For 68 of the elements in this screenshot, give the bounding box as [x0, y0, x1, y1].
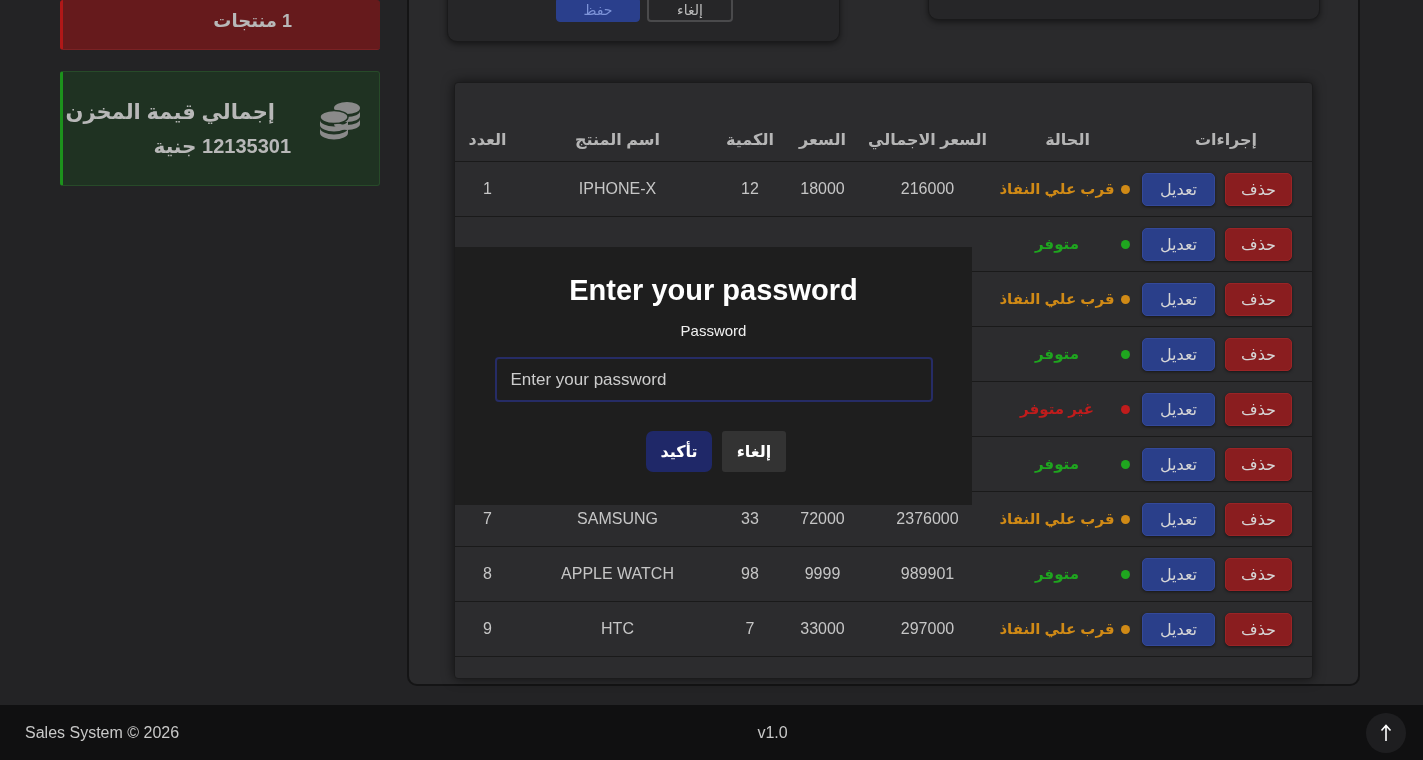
table-cell: 12	[741, 180, 759, 198]
table-cell: 1	[483, 180, 492, 198]
status-label: متوفر	[1033, 455, 1080, 473]
table-cell: 9999	[804, 565, 841, 583]
edit-button[interactable]: تعديل	[1142, 172, 1215, 206]
column-header: الكمية	[725, 129, 775, 149]
delete-button[interactable]: حذف	[1225, 557, 1292, 591]
edit-button[interactable]: تعديل	[1142, 612, 1215, 646]
edit-button[interactable]: تعديل	[1142, 502, 1215, 536]
table-cell: 9	[483, 620, 492, 638]
table-cell: APPLE WATCH	[561, 565, 674, 583]
status-label: متوفر	[1033, 235, 1080, 253]
cancel-button[interactable]: إلغاء	[647, 0, 733, 22]
status-label: متوفر	[1033, 565, 1080, 583]
delete-button[interactable]: حذف	[1225, 612, 1292, 646]
edit-button[interactable]: تعديل	[1142, 227, 1215, 261]
table-cell: 33000	[800, 620, 845, 638]
column-header: اسم المنتج	[574, 129, 661, 149]
table-cell: IPHONE-X	[578, 180, 657, 198]
table-cell: 2376000	[896, 510, 959, 528]
table-cell: 7	[483, 510, 492, 528]
arrow-up-icon	[1380, 723, 1392, 742]
card-value: 1 منتجات	[213, 9, 292, 32]
copyright-text: Sales System © 2026	[25, 723, 180, 742]
status-label: متوفر	[1033, 345, 1080, 363]
column-header: العدد	[467, 129, 508, 149]
table-cell: HTC	[601, 620, 634, 638]
delete-button[interactable]: حذف	[1225, 502, 1292, 536]
edit-button[interactable]: تعديل	[1142, 557, 1215, 591]
table-cell: 216000	[900, 180, 955, 198]
status-label: قرب علي النفاذ	[998, 510, 1116, 528]
column-header: الحالة	[1044, 129, 1091, 149]
confirm-button[interactable]: تأكيد	[646, 431, 712, 472]
status-label: غير متوفر	[1018, 400, 1095, 418]
column-header: السعر الاجمالي	[866, 129, 989, 149]
delete-button[interactable]: حذف	[1225, 392, 1292, 426]
table-cell: SAMSUNG	[577, 510, 658, 528]
delete-button[interactable]: حذف	[1225, 172, 1292, 206]
table-cell: 18000	[800, 180, 845, 198]
cancel-button[interactable]: إلغاء	[722, 431, 786, 472]
table-cell: 72000	[800, 510, 845, 528]
table-cell: 98	[741, 565, 759, 583]
edit-button[interactable]: تعديل	[1142, 392, 1215, 426]
status-label: قرب علي النفاذ	[998, 290, 1116, 308]
card-title: إجمالي قيمة المخزن	[65, 99, 276, 124]
coins-icon	[319, 99, 361, 140]
scroll-top-button[interactable]	[1366, 712, 1406, 753]
delete-button[interactable]: حذف	[1225, 282, 1292, 316]
delete-button[interactable]: حذف	[1225, 227, 1292, 261]
dialog-title: Enter your password	[569, 274, 858, 307]
status-label: قرب علي النفاذ	[998, 620, 1116, 638]
table-cell: 33	[741, 510, 759, 528]
edit-button[interactable]: تعديل	[1142, 337, 1215, 371]
table-cell: 989901	[900, 565, 955, 583]
table-cell: 7	[745, 620, 755, 638]
version-text: v1.0	[757, 723, 788, 742]
edit-button[interactable]: تعديل	[1142, 447, 1215, 481]
delete-button[interactable]: حذف	[1225, 447, 1292, 481]
password-label: Password	[680, 322, 747, 339]
column-header: إجراءات	[1193, 129, 1259, 149]
status-label: قرب علي النفاذ	[998, 180, 1116, 198]
password-field[interactable]: Enter your password	[494, 357, 933, 402]
table-cell: 297000	[900, 620, 955, 638]
column-header: السعر	[797, 129, 847, 149]
delete-button[interactable]: حذف	[1225, 337, 1292, 371]
card-value: 12135301 جنية	[153, 133, 291, 158]
table-cell: 8	[483, 565, 492, 583]
edit-button[interactable]: تعديل	[1142, 282, 1215, 316]
